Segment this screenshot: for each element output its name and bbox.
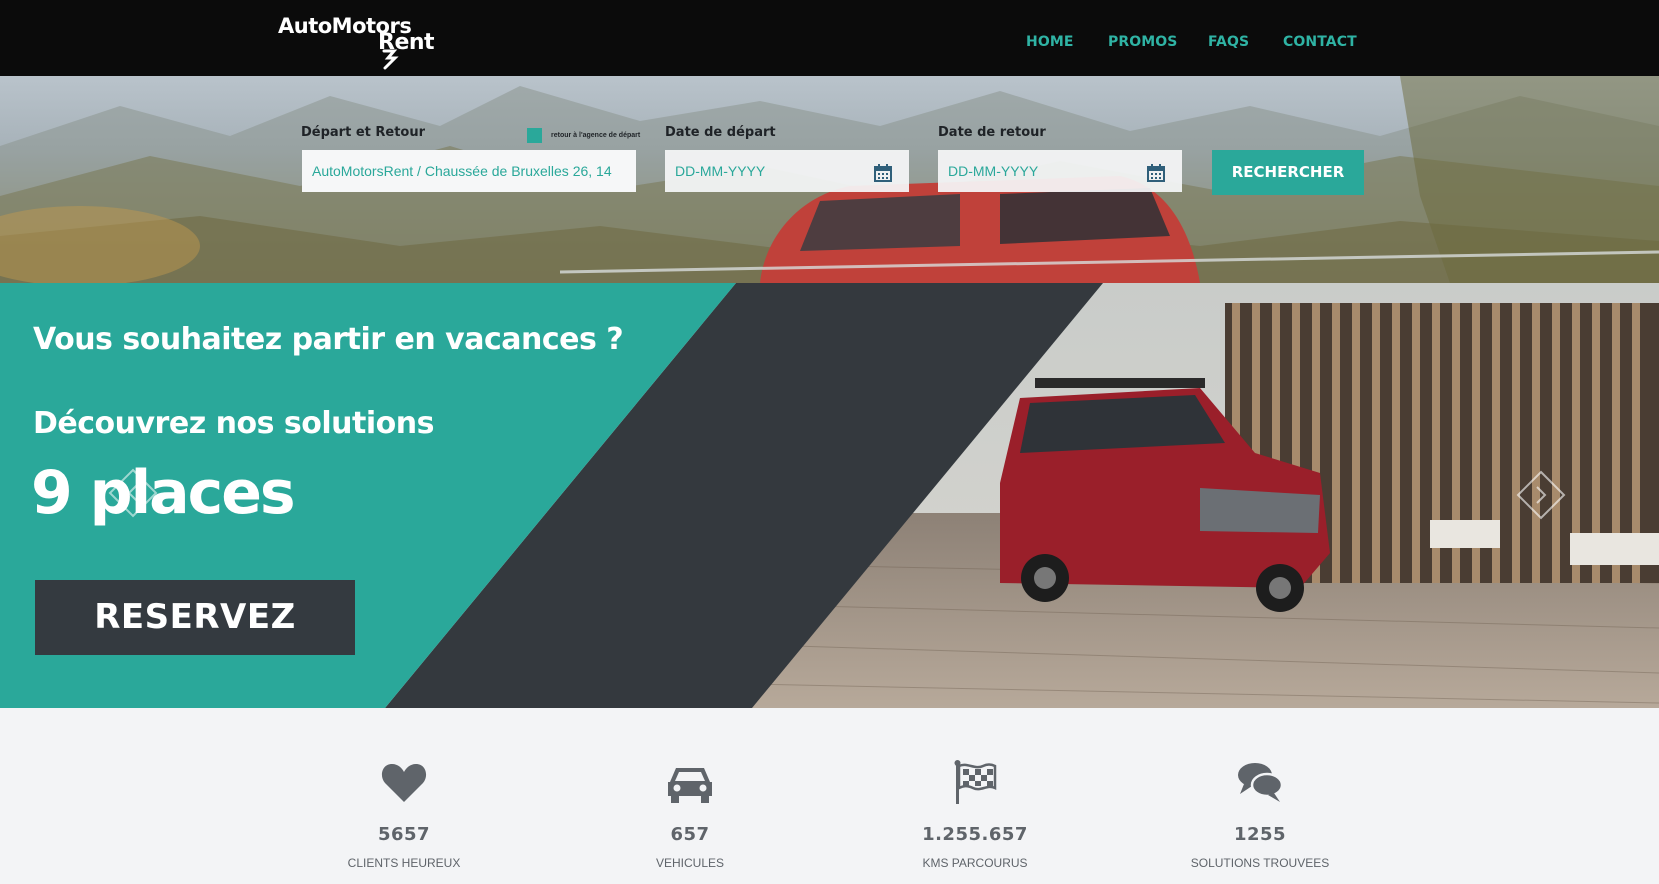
hero-highlight: 9 places (31, 458, 296, 528)
stat-value: 5657 (377, 824, 431, 845)
stat-value: 1255 (1233, 824, 1287, 845)
stats-section: 5657 CLIENTS HEUREUX 657 VEHICULES 1.255… (0, 708, 1659, 884)
return-date-input[interactable]: DD-MM-YYYY (938, 150, 1182, 192)
heart-icon (381, 764, 427, 802)
car-icon (668, 768, 712, 803)
departure-date-label: Date de départ (665, 125, 776, 140)
return-same-agency-label: retour à l'agence de départ (551, 132, 641, 139)
stat-label: CLIENTS HEUREUX (347, 856, 461, 870)
slider-prev-arrow-icon[interactable] (108, 468, 158, 518)
nav-home[interactable]: HOME (1026, 34, 1074, 50)
stat-value: 657 (670, 824, 710, 845)
return-date-label: Date de retour (938, 125, 1046, 140)
top-navbar: AutoMotors Rent HOME PROMOS FAQS CONTACT (0, 0, 1659, 76)
location-label: Départ et Retour (301, 125, 426, 140)
location-select[interactable]: AutoMotorsRent / Chaussée de Bruxelles 2… (302, 150, 636, 192)
departure-date-input[interactable]: DD-MM-YYYY (665, 150, 909, 192)
chat-icon (1238, 763, 1284, 802)
stat-label: SOLUTIONS TROUVEES (1190, 856, 1330, 870)
search-button[interactable]: RECHERCHER (1212, 150, 1364, 195)
stat-label: KMS PARCOURUS (922, 856, 1028, 870)
slider-next-arrow-icon[interactable] (1516, 470, 1566, 520)
return-same-agency-checkbox[interactable] (527, 128, 542, 143)
stat-label: VEHICULES (655, 856, 725, 870)
key-icon (382, 49, 399, 70)
flag-icon (954, 760, 997, 804)
nav-promos[interactable]: PROMOS (1108, 34, 1177, 50)
brand-logo[interactable]: AutoMotors Rent (278, 12, 454, 70)
calendar-icon[interactable] (874, 164, 892, 182)
search-banner: Départ et Retour retour à l'agence de dé… (0, 76, 1659, 283)
hero-subtitle: Découvrez nos solutions (33, 406, 434, 441)
nav-faqs[interactable]: FAQS (1208, 34, 1249, 50)
hero-slider: Vous souhaitez partir en vacances ? Déco… (0, 283, 1659, 708)
stat-value: 1.255.657 (922, 824, 1028, 845)
nav-contact[interactable]: CONTACT (1283, 34, 1357, 50)
calendar-icon[interactable] (1147, 164, 1165, 182)
hero-title: Vous souhaitez partir en vacances ? (33, 322, 624, 357)
reserve-button[interactable]: RESERVEZ (35, 580, 355, 655)
